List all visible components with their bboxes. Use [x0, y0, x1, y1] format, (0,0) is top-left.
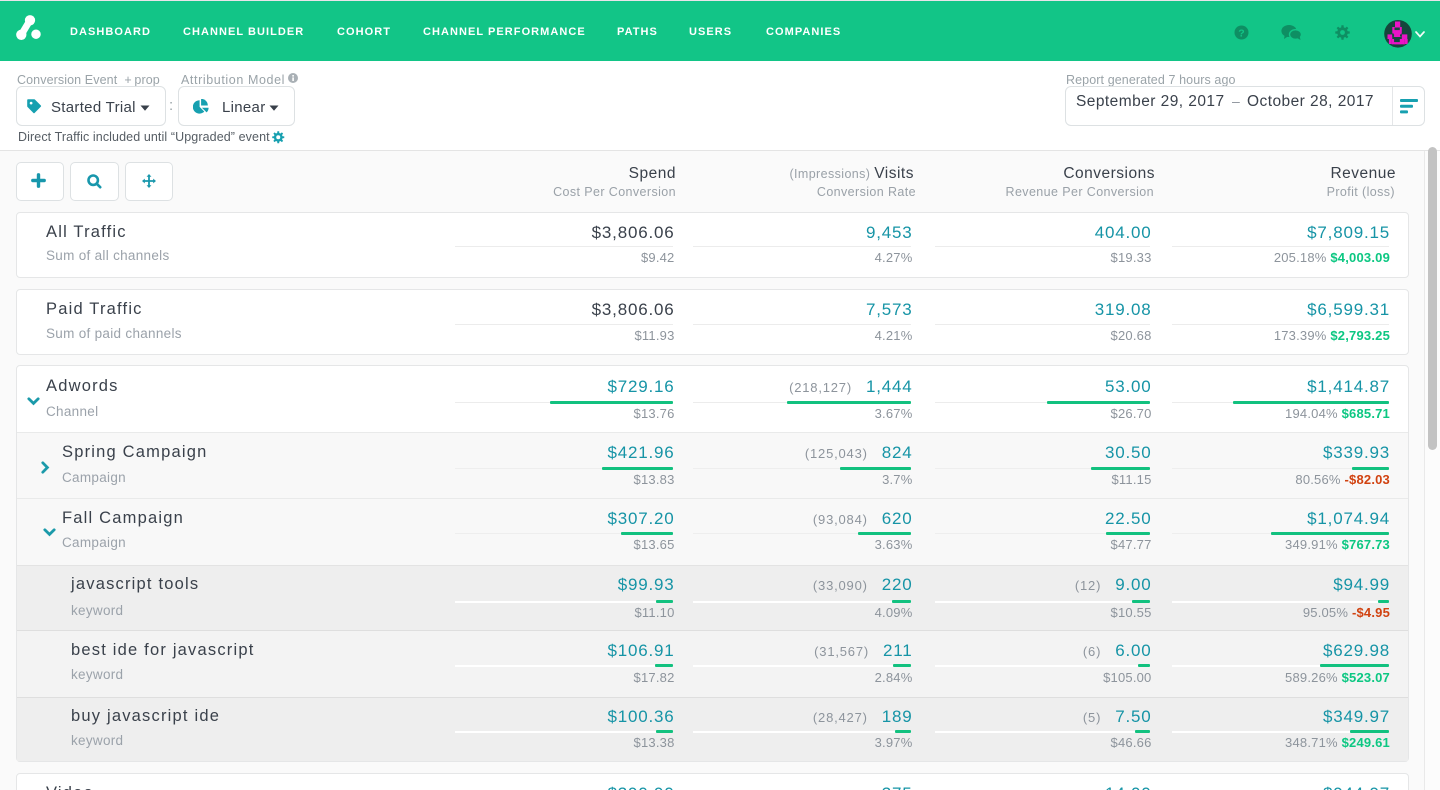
svg-text:?: ? — [1238, 27, 1244, 39]
